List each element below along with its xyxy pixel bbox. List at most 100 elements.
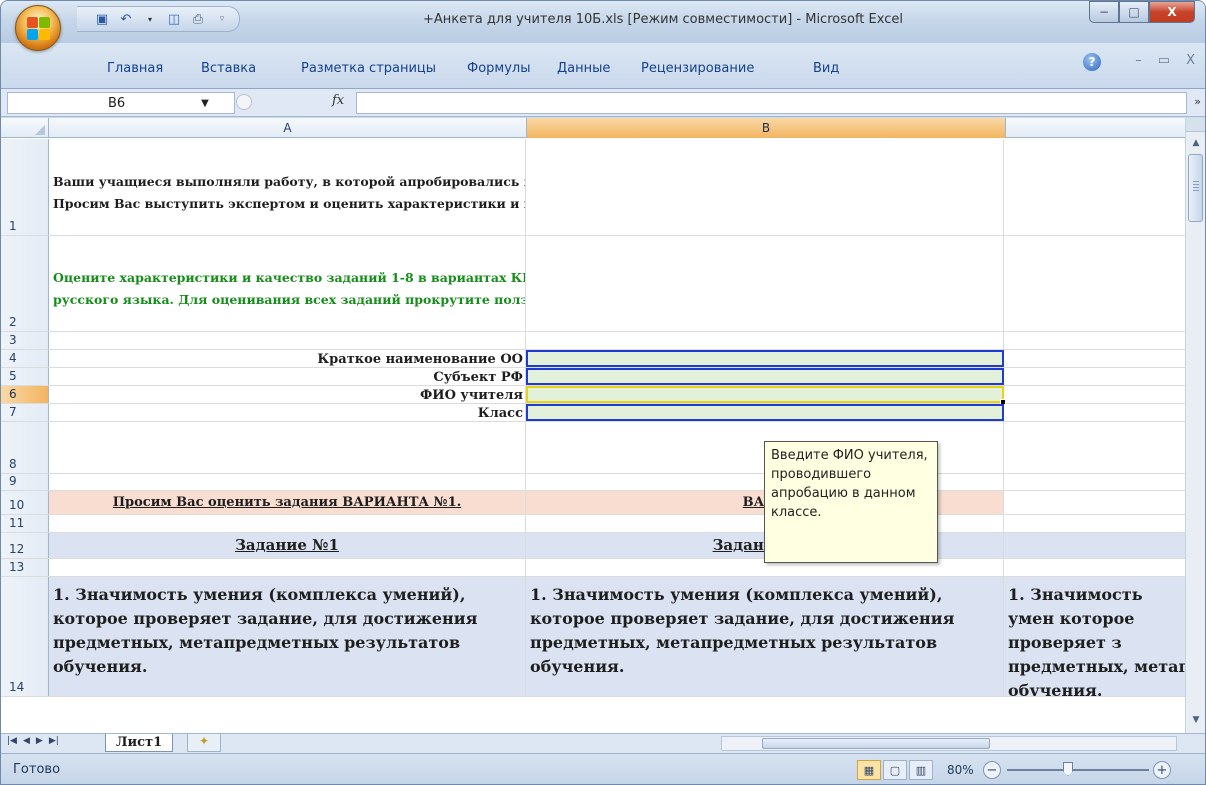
zoom-in-icon[interactable]: + xyxy=(1153,761,1171,779)
sheet-tab[interactable]: Лист1 xyxy=(105,734,174,752)
horizontal-scrollbar[interactable] xyxy=(721,736,1177,751)
cell-a3[interactable] xyxy=(49,332,526,349)
row-header[interactable]: 11 xyxy=(1,515,49,532)
expand-formula-bar-icon[interactable]: » xyxy=(1194,95,1201,108)
status-bar: Готово ▦ ▢ ▥ 80% − + xyxy=(1,753,1205,784)
cell-c6[interactable] xyxy=(1004,386,1187,403)
ribbon-tab-bar: Главная Вставка Разметка страницы Формул… xyxy=(1,43,1205,89)
doc-close-button[interactable]: X xyxy=(1186,53,1195,68)
class-input[interactable] xyxy=(526,404,1004,421)
select-all-corner[interactable] xyxy=(1,118,49,138)
column-header-b[interactable]: B xyxy=(527,118,1006,138)
teacher-name-input[interactable] xyxy=(526,386,1006,405)
tab-formulas[interactable]: Формулы xyxy=(467,57,557,80)
tab-insert[interactable]: Вставка xyxy=(201,57,301,80)
tab-home[interactable]: Главная xyxy=(107,57,201,80)
cell-c8[interactable] xyxy=(1004,422,1187,473)
cell-c13[interactable] xyxy=(1004,559,1187,576)
cell-a12[interactable]: Задание №1 xyxy=(49,533,526,558)
cell-c3[interactable] xyxy=(1004,332,1187,349)
row-1: 1 Ваши учащиеся выполняли работу, в кото… xyxy=(1,139,1187,236)
cell-a13[interactable] xyxy=(49,559,526,576)
cell-c12[interactable] xyxy=(1004,533,1187,558)
normal-view-icon[interactable]: ▦ xyxy=(857,760,881,780)
name-box-dropdown-icon[interactable]: ▼ xyxy=(197,92,213,114)
cell-b14[interactable]: 1. Значимость умения (комплекса умений),… xyxy=(526,577,1004,696)
column-header-c[interactable] xyxy=(1006,118,1187,138)
cell-c9[interactable] xyxy=(1004,474,1187,490)
org-name-input[interactable] xyxy=(526,350,1004,367)
cell-b2[interactable] xyxy=(526,236,1004,331)
row-header[interactable]: 7 xyxy=(1,404,49,421)
row-header[interactable]: 14 xyxy=(1,577,49,696)
horizontal-scroll-thumb[interactable] xyxy=(762,738,990,749)
ribbon-tabs: Главная Вставка Разметка страницы Формул… xyxy=(107,57,863,80)
cell-a1[interactable]: Ваши учащиеся выполняли работу, в которо… xyxy=(49,139,526,235)
row-header[interactable]: 10 xyxy=(1,491,49,514)
split-box[interactable] xyxy=(1186,118,1205,132)
row-header[interactable]: 3 xyxy=(1,332,49,349)
window-controls: − □ X xyxy=(1089,1,1195,23)
vertical-scroll-thumb[interactable] xyxy=(1188,154,1203,222)
doc-restore-button[interactable]: ▭ xyxy=(1158,53,1170,68)
cell-c5[interactable] xyxy=(1004,368,1187,385)
zoom-slider-knob[interactable] xyxy=(1063,762,1073,776)
row-header[interactable]: 4 xyxy=(1,350,49,367)
row-header[interactable]: 2 xyxy=(1,236,49,331)
tab-view[interactable]: Вид xyxy=(813,57,863,80)
scroll-up-icon[interactable]: ▲ xyxy=(1186,134,1205,152)
scroll-down-icon[interactable]: ▼ xyxy=(1186,711,1205,729)
cell-a10[interactable]: Просим Вас оценить задания ВАРИАНТА №1. xyxy=(49,491,526,514)
instruction-text: Оцените характеристики и качество задани… xyxy=(53,270,526,307)
page-layout-view-icon[interactable]: ▢ xyxy=(883,760,907,780)
office-button[interactable] xyxy=(15,5,61,51)
cell-c2[interactable] xyxy=(1004,236,1187,331)
page-break-view-icon[interactable]: ▥ xyxy=(909,760,933,780)
cell-c7[interactable] xyxy=(1004,404,1187,421)
region-input[interactable] xyxy=(526,368,1004,385)
help-icon[interactable]: ? xyxy=(1083,53,1101,71)
close-button[interactable]: X xyxy=(1149,1,1195,23)
cell-a9[interactable] xyxy=(49,474,526,490)
cell-c1[interactable] xyxy=(1004,139,1187,235)
tab-data[interactable]: Данные xyxy=(557,57,641,80)
cell-a2[interactable]: Оцените характеристики и качество задани… xyxy=(49,236,526,331)
insert-sheet-icon[interactable]: ✦ xyxy=(187,734,221,752)
cell-c10[interactable] xyxy=(1004,491,1187,514)
first-sheet-icon[interactable]: |◀ xyxy=(7,736,17,746)
cell-a7: Класс xyxy=(49,404,526,421)
zoom-slider[interactable] xyxy=(1007,769,1149,771)
next-sheet-icon[interactable]: ▶ xyxy=(36,736,43,746)
last-sheet-icon[interactable]: ▶| xyxy=(49,736,59,746)
minimize-button[interactable]: − xyxy=(1089,1,1119,23)
row-6: 6 ФИО учителя xyxy=(1,386,1187,405)
row-header[interactable]: 1 xyxy=(1,139,49,235)
row-header[interactable]: 12 xyxy=(1,533,49,558)
zoom-out-icon[interactable]: − xyxy=(983,761,1001,779)
vertical-scrollbar[interactable]: ▲ ▼ xyxy=(1185,118,1205,733)
row-header[interactable]: 5 xyxy=(1,368,49,385)
status-text: Готово xyxy=(13,762,61,777)
cell-a11[interactable] xyxy=(49,515,526,532)
cell-b1[interactable] xyxy=(526,139,1004,235)
cell-b3[interactable] xyxy=(526,332,1004,349)
row-header[interactable]: 9 xyxy=(1,474,49,490)
maximize-button[interactable]: □ xyxy=(1119,1,1149,23)
prev-sheet-icon[interactable]: ◀ xyxy=(23,736,30,746)
cell-a8[interactable] xyxy=(49,422,526,473)
cell-c4[interactable] xyxy=(1004,350,1187,367)
tab-page-layout[interactable]: Разметка страницы xyxy=(301,57,467,80)
row-header[interactable]: 13 xyxy=(1,559,49,576)
cell-c11[interactable] xyxy=(1004,515,1187,532)
teacher-name-label: ФИО учителя xyxy=(419,388,523,403)
zoom-level[interactable]: 80% xyxy=(947,763,974,777)
insert-function-icon[interactable]: fx xyxy=(332,93,344,108)
cell-c14[interactable]: 1. Значимость умен которое проверяет з п… xyxy=(1004,577,1187,696)
doc-minimize-button[interactable]: – xyxy=(1135,53,1142,68)
formula-input[interactable] xyxy=(356,92,1187,114)
cell-a14[interactable]: 1. Значимость умения (комплекса умений),… xyxy=(49,577,526,696)
row-header[interactable]: 6 xyxy=(1,386,49,403)
tab-review[interactable]: Рецензирование xyxy=(641,57,813,80)
column-header-a[interactable]: A xyxy=(49,118,527,138)
row-header[interactable]: 8 xyxy=(1,422,49,473)
